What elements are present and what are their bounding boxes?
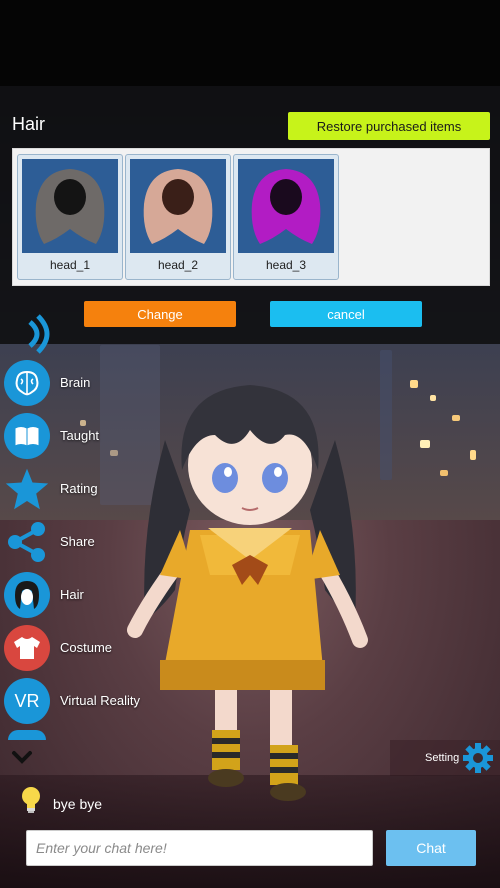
menu-more-peek <box>8 730 46 740</box>
chat-input[interactable] <box>26 830 373 866</box>
brain-icon <box>4 360 50 406</box>
menu-label: Brain <box>60 375 91 390</box>
cancel-button[interactable]: cancel <box>270 301 422 327</box>
menu-label: Costume <box>60 640 113 655</box>
setting-label[interactable]: Setting <box>425 752 459 764</box>
menu-label: Rating <box>60 481 98 496</box>
chevron-down-icon[interactable] <box>10 748 34 766</box>
vr-icon: VR <box>4 678 50 724</box>
star-icon <box>4 466 50 512</box>
hair-thumbnail <box>130 159 226 253</box>
menu-item-brain[interactable]: Brain <box>0 360 200 412</box>
menu-item-share[interactable]: Share <box>0 519 200 571</box>
hair-item-head-3[interactable]: head_3 <box>233 154 339 280</box>
menu-item-taught[interactable]: Taught <box>0 413 200 465</box>
sound-icon[interactable] <box>8 314 54 354</box>
item-label: head_3 <box>265 258 307 272</box>
book-icon <box>4 413 50 459</box>
menu-item-hair[interactable]: Hair <box>0 572 200 624</box>
change-button[interactable]: Change <box>84 301 236 327</box>
item-label: head_1 <box>49 258 91 272</box>
chat-send-button[interactable]: Chat <box>386 830 476 866</box>
hair-icon <box>4 572 50 618</box>
gear-icon[interactable] <box>462 742 494 774</box>
restore-purchased-button[interactable]: Restore purchased items <box>288 112 490 140</box>
hair-thumbnail <box>22 159 118 253</box>
menu-label: Hair <box>60 587 84 602</box>
menu-label: Share <box>60 534 95 549</box>
share-icon <box>4 519 50 565</box>
hair-item-head-2[interactable]: head_2 <box>125 154 231 280</box>
menu-item-virtual-reality[interactable]: VR Virtual Reality <box>0 678 200 730</box>
menu-item-costume[interactable]: Costume <box>0 625 200 677</box>
menu-item-rating[interactable]: Rating <box>0 466 200 518</box>
item-label: head_2 <box>157 258 199 272</box>
hair-item-head-1[interactable]: head_1 <box>17 154 123 280</box>
menu-label: Taught <box>60 428 100 443</box>
top-bar <box>0 0 500 86</box>
hair-thumbnail <box>238 159 334 253</box>
panel-title: Hair <box>12 114 46 134</box>
menu-label: Virtual Reality <box>60 693 140 708</box>
hair-item-list: head_1 head_2 head_3 <box>12 148 490 286</box>
lightbulb-icon <box>22 787 40 813</box>
shirt-icon <box>4 625 50 671</box>
last-message: bye bye <box>53 796 103 812</box>
